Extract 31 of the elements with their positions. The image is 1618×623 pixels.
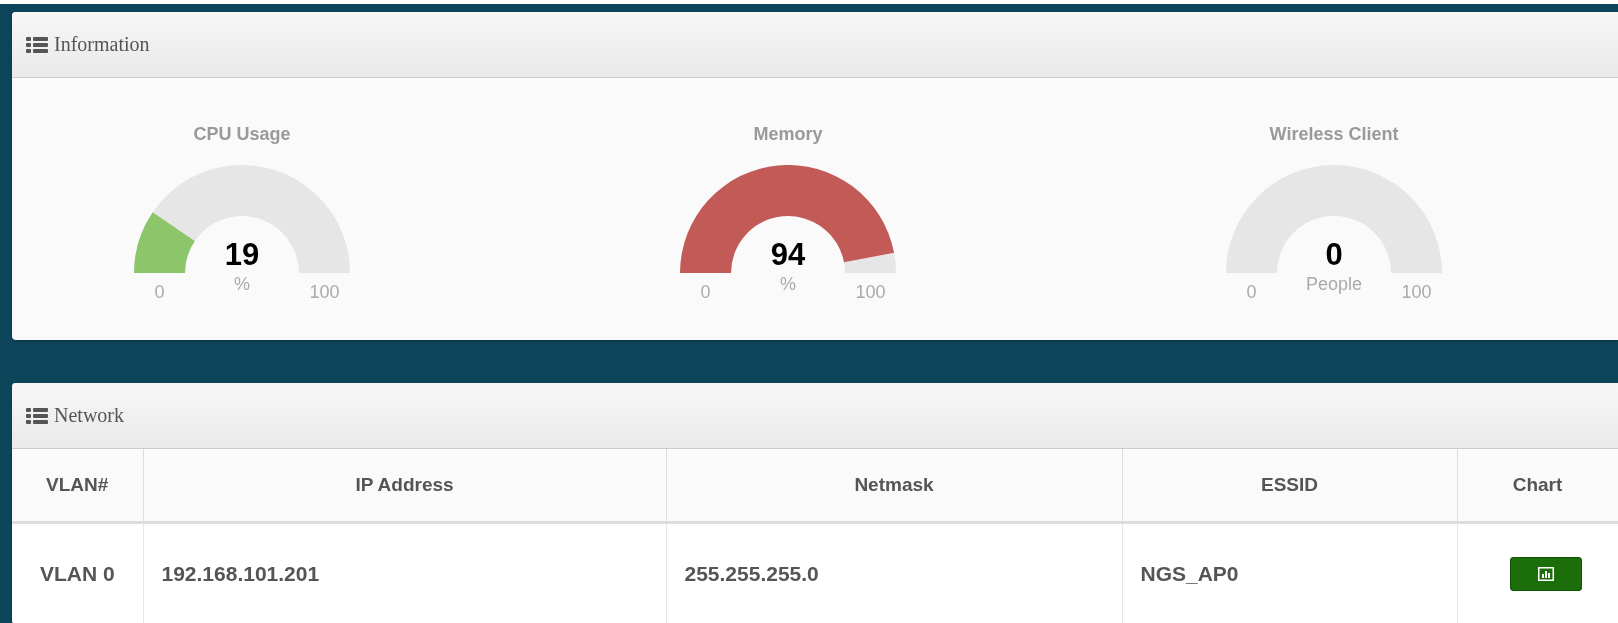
list-icon <box>26 407 48 424</box>
gauge-value: 19 <box>224 237 260 273</box>
panel-title: Information <box>54 33 150 56</box>
table-cell: VLAN 0 <box>12 522 143 623</box>
gauge-value: 0 <box>1325 237 1343 273</box>
panel-title: Network <box>54 404 124 427</box>
column-header: Chart <box>1457 449 1618 523</box>
gauge-value: 94 <box>770 237 806 273</box>
gauge-min: 0 <box>1245 282 1258 302</box>
gauge-title: Wireless Client <box>1269 123 1399 146</box>
column-header: ESSID <box>1122 449 1457 523</box>
bar-chart-icon <box>1537 567 1554 581</box>
table-cell: 192.168.101.201 <box>143 522 666 623</box>
gauge-track <box>844 252 896 273</box>
list-icon <box>26 36 48 53</box>
chart-button[interactable] <box>1509 557 1582 591</box>
gauge-unit: People <box>1305 274 1363 294</box>
column-header: Netmask <box>666 449 1122 523</box>
gauge-min: 0 <box>699 282 712 302</box>
column-header: VLAN# <box>12 449 143 523</box>
gauge-title: CPU Usage <box>193 123 291 146</box>
gauge-unit: % <box>234 274 250 294</box>
gauge-max: 100 <box>1400 282 1433 302</box>
gauge-min: 0 <box>153 282 166 302</box>
gauge-max: 100 <box>308 282 341 302</box>
gauge-title: Memory <box>753 123 823 146</box>
table-cell: NGS_AP0 <box>1122 522 1457 623</box>
gauge-max: 100 <box>854 282 887 302</box>
column-header: IP Address <box>143 449 666 523</box>
table-cell: 255.255.255.0 <box>666 522 1122 623</box>
gauge-unit: % <box>780 274 796 294</box>
